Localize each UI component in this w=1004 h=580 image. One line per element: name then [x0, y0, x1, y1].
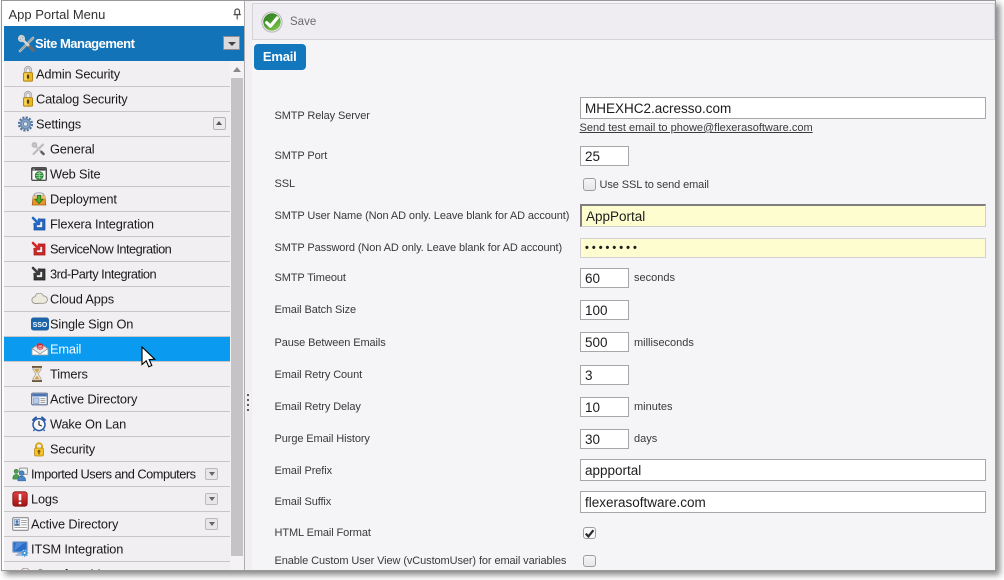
- svg-text:@: @: [37, 345, 43, 351]
- svg-text:SSO: SSO: [32, 322, 47, 329]
